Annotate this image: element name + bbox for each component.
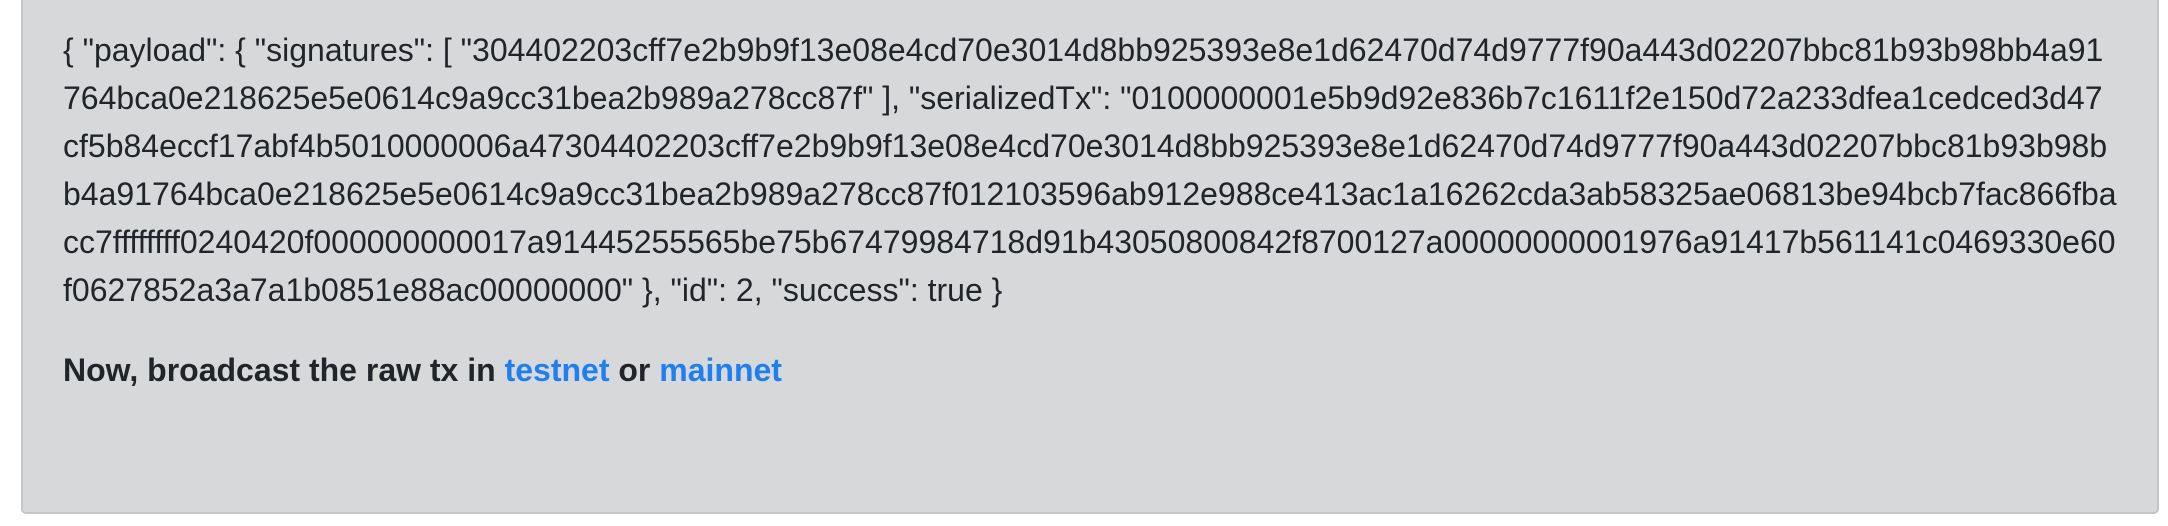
response-panel: { "payload": { "signatures": [ "30440220…: [21, 0, 2159, 514]
testnet-link[interactable]: testnet: [505, 352, 610, 388]
broadcast-instruction: Now, broadcast the raw tx in testnet or …: [63, 346, 2117, 394]
broadcast-separator-text: or: [609, 352, 660, 388]
mainnet-link[interactable]: mainnet: [659, 352, 782, 388]
json-response-text: { "payload": { "signatures": [ "30440220…: [63, 32, 2117, 308]
broadcast-prefix-text: Now, broadcast the raw tx in: [63, 352, 505, 388]
